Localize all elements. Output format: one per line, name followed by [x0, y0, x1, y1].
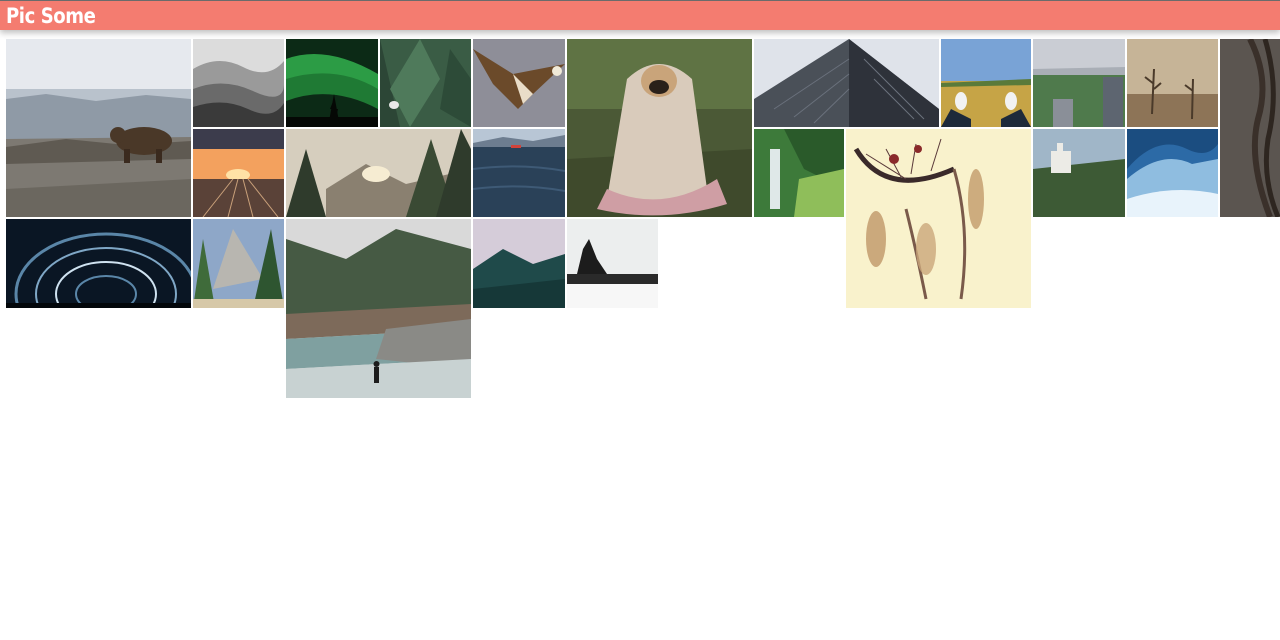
- photo-misty-peak[interactable]: [473, 219, 565, 308]
- photo-yosemite[interactable]: [193, 219, 284, 308]
- photo-dreamcatcher[interactable]: [846, 129, 1031, 308]
- top-app-bar: Pic Some: [0, 0, 1280, 30]
- photo-dead-trees[interactable]: [1127, 39, 1218, 127]
- photo-hair[interactable]: [1220, 39, 1280, 217]
- photo-train-sunset[interactable]: [193, 129, 284, 217]
- photo-wave[interactable]: [1127, 129, 1218, 217]
- photo-misty-hills[interactable]: [193, 39, 284, 127]
- photo-sea-stack[interactable]: [567, 219, 658, 308]
- app-title[interactable]: Pic Some: [6, 3, 96, 29]
- photo-city-park[interactable]: [1033, 39, 1125, 127]
- photo-waterfall[interactable]: [754, 129, 844, 217]
- photo-castle[interactable]: [1033, 129, 1125, 217]
- photo-pine-bird[interactable]: [380, 39, 471, 127]
- photo-eagle[interactable]: [473, 39, 565, 127]
- photo-gallery: [0, 0, 1280, 640]
- photo-bear[interactable]: [6, 39, 191, 217]
- photo-feet-field[interactable]: [941, 39, 1031, 127]
- photo-lake-boat[interactable]: [473, 129, 565, 217]
- photo-star-trails[interactable]: [6, 219, 191, 308]
- photo-pug[interactable]: [567, 39, 752, 217]
- photo-skyscraper[interactable]: [754, 39, 939, 127]
- photo-river-hiker[interactable]: [286, 219, 471, 398]
- photo-forest-sun[interactable]: [286, 129, 471, 217]
- photo-aurora[interactable]: [286, 39, 378, 127]
